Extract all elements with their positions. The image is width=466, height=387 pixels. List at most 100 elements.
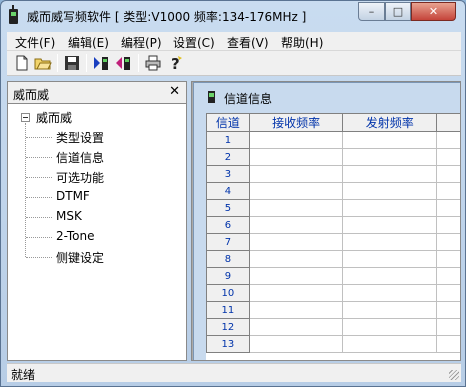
table-row[interactable]: 7 (206, 233, 460, 251)
minimize-button[interactable]: – (358, 2, 385, 21)
menu-settings[interactable]: 设置(C) (173, 34, 215, 51)
rx-frequency-cell[interactable] (248, 301, 344, 319)
tx-frequency-cell[interactable] (342, 216, 438, 234)
tree-item-2-tone[interactable]: 2-Tone (56, 229, 94, 243)
table-row[interactable]: 10 (206, 284, 460, 302)
menu-help[interactable]: 帮助(H) (281, 34, 323, 51)
rx-frequency-cell[interactable] (248, 131, 344, 149)
extra-cell[interactable] (436, 284, 460, 302)
row-number[interactable]: 13 (206, 335, 250, 353)
read-from-radio-icon[interactable] (114, 54, 132, 72)
title-bar: 威而威写频软件 [ 类型:V1000 频率:134-176MHz ] – □ ✕ (1, 1, 465, 31)
column-header-extra[interactable] (436, 113, 460, 132)
rx-frequency-cell[interactable] (248, 267, 344, 285)
table-row[interactable]: 11 (206, 301, 460, 319)
rx-frequency-cell[interactable] (248, 233, 344, 251)
table-row[interactable]: 2 (206, 148, 460, 166)
rx-frequency-cell[interactable] (248, 335, 344, 353)
extra-cell[interactable] (436, 199, 460, 217)
table-row[interactable]: 6 (206, 216, 460, 234)
menu-file[interactable]: 文件(F) (15, 34, 55, 51)
column-header-channel[interactable]: 信道 (206, 113, 250, 132)
extra-cell[interactable] (436, 165, 460, 183)
navigation-tree: 威而威 类型设置 信道信息 可选功能 DTMF MSK 2-Tone 侧键设定 (8, 105, 186, 360)
table-row[interactable]: 13 (206, 335, 460, 353)
table-row[interactable]: 5 (206, 199, 460, 217)
tx-frequency-cell[interactable] (342, 318, 438, 336)
tree-item-type-settings[interactable]: 类型设置 (56, 129, 104, 146)
rx-frequency-cell[interactable] (248, 216, 344, 234)
channel-info-title-bar[interactable]: 信道信息 (194, 83, 460, 110)
row-number[interactable]: 7 (206, 233, 250, 251)
tx-frequency-cell[interactable] (342, 165, 438, 183)
tree-item-optional-features[interactable]: 可选功能 (56, 169, 104, 186)
extra-cell[interactable] (436, 335, 460, 353)
extra-cell[interactable] (436, 131, 460, 149)
channel-table-body: 1 2 3 4 5 6 7 8 9 10 11 12 13 (206, 131, 460, 353)
tree-item-dtmf[interactable]: DTMF (56, 189, 90, 203)
table-row[interactable]: 4 (206, 182, 460, 200)
menu-view[interactable]: 查看(V) (227, 34, 269, 51)
row-number[interactable]: 8 (206, 250, 250, 268)
row-number[interactable]: 3 (206, 165, 250, 183)
new-file-icon[interactable] (13, 54, 31, 72)
row-number[interactable]: 1 (206, 131, 250, 149)
table-row[interactable]: 12 (206, 318, 460, 336)
help-icon[interactable]: ? (166, 54, 184, 72)
maximize-button[interactable]: □ (385, 2, 411, 21)
row-number[interactable]: 11 (206, 301, 250, 319)
rx-frequency-cell[interactable] (248, 318, 344, 336)
table-row[interactable]: 9 (206, 267, 460, 285)
resize-grip-icon[interactable] (449, 370, 459, 380)
row-number[interactable]: 9 (206, 267, 250, 285)
panel-close-icon[interactable]: ✕ (169, 84, 180, 99)
open-folder-icon[interactable] (34, 54, 52, 72)
row-number[interactable]: 10 (206, 284, 250, 302)
rx-frequency-cell[interactable] (248, 284, 344, 302)
tx-frequency-cell[interactable] (342, 250, 438, 268)
extra-cell[interactable] (436, 182, 460, 200)
rx-frequency-cell[interactable] (248, 182, 344, 200)
menu-edit[interactable]: 编辑(E) (68, 34, 109, 51)
write-to-radio-icon[interactable] (92, 54, 110, 72)
extra-cell[interactable] (436, 301, 460, 319)
tx-frequency-cell[interactable] (342, 199, 438, 217)
row-number[interactable]: 4 (206, 182, 250, 200)
tree-root[interactable]: 威而威 (36, 109, 72, 126)
row-number[interactable]: 6 (206, 216, 250, 234)
menu-program[interactable]: 编程(P) (121, 34, 162, 51)
tx-frequency-cell[interactable] (342, 301, 438, 319)
close-button[interactable]: ✕ (411, 2, 456, 21)
row-number[interactable]: 12 (206, 318, 250, 336)
column-header-rx-frequency[interactable]: 接收频率 (248, 113, 344, 132)
extra-cell[interactable] (436, 233, 460, 251)
extra-cell[interactable] (436, 216, 460, 234)
row-number[interactable]: 5 (206, 199, 250, 217)
tx-frequency-cell[interactable] (342, 131, 438, 149)
table-row[interactable]: 3 (206, 165, 460, 183)
tx-frequency-cell[interactable] (342, 284, 438, 302)
tree-item-msk[interactable]: MSK (56, 209, 82, 223)
rx-frequency-cell[interactable] (248, 199, 344, 217)
rx-frequency-cell[interactable] (248, 165, 344, 183)
tx-frequency-cell[interactable] (342, 148, 438, 166)
tx-frequency-cell[interactable] (342, 182, 438, 200)
tree-item-channel-info[interactable]: 信道信息 (56, 149, 104, 166)
tx-frequency-cell[interactable] (342, 267, 438, 285)
rx-frequency-cell[interactable] (248, 148, 344, 166)
extra-cell[interactable] (436, 318, 460, 336)
collapse-icon[interactable] (21, 113, 30, 122)
tx-frequency-cell[interactable] (342, 335, 438, 353)
row-number[interactable]: 2 (206, 148, 250, 166)
extra-cell[interactable] (436, 267, 460, 285)
table-row[interactable]: 8 (206, 250, 460, 268)
save-icon[interactable] (63, 54, 81, 72)
tx-frequency-cell[interactable] (342, 233, 438, 251)
print-icon[interactable] (144, 54, 162, 72)
extra-cell[interactable] (436, 148, 460, 166)
tree-item-side-key[interactable]: 侧键设定 (56, 249, 104, 266)
rx-frequency-cell[interactable] (248, 250, 344, 268)
extra-cell[interactable] (436, 250, 460, 268)
table-row[interactable]: 1 (206, 131, 460, 149)
column-header-tx-frequency[interactable]: 发射频率 (342, 113, 438, 132)
